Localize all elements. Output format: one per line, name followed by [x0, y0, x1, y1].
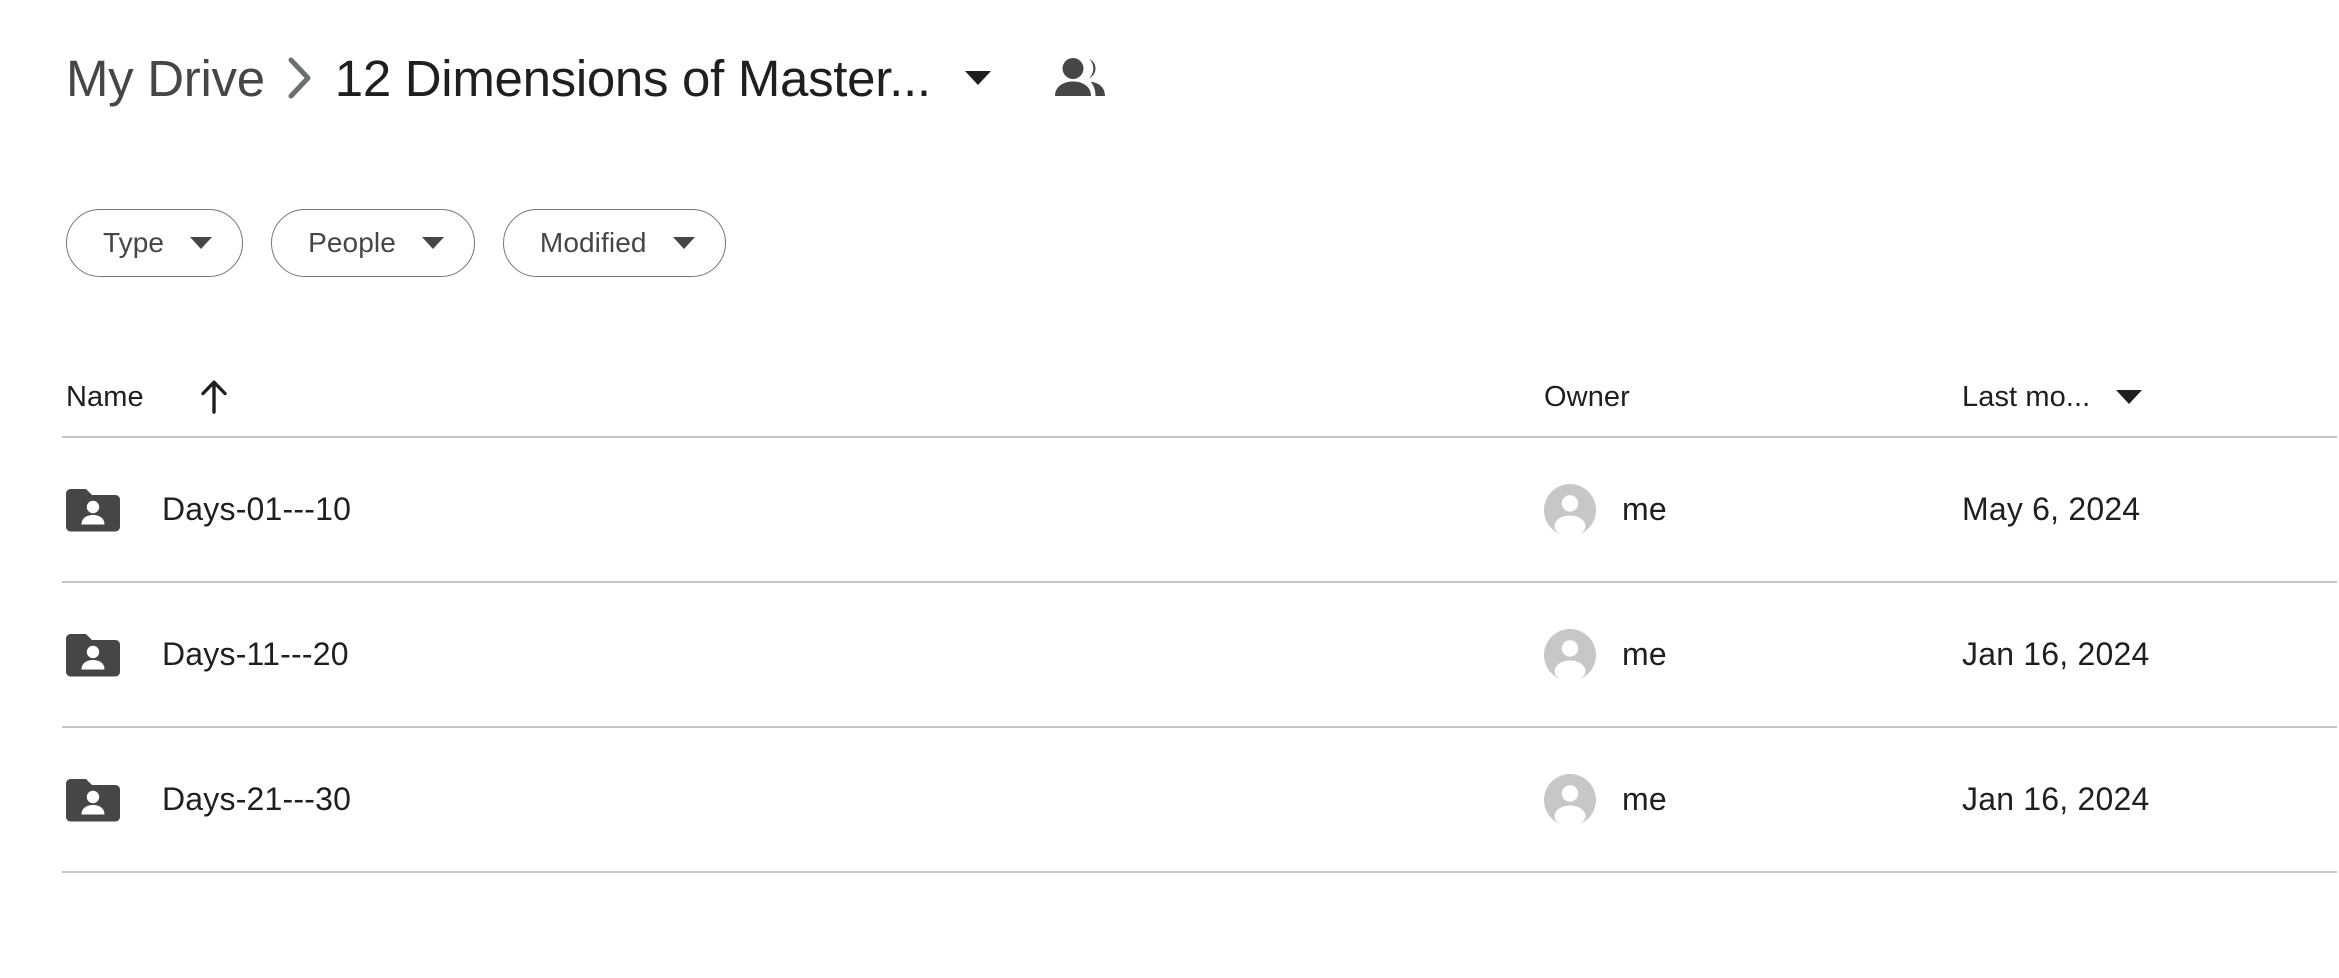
caret-triangle [964, 71, 991, 85]
filter-chip-row: Type People Modified [66, 209, 726, 277]
chevron-down-icon[interactable] [951, 51, 1005, 105]
shared-folder-icon [66, 630, 120, 680]
filter-chip-type-label: Type [103, 227, 165, 258]
file-list-table: Name Owner Last mo... Days-01---10 me Ma… [0, 358, 2339, 873]
cell-owner: me [1544, 483, 1962, 536]
cell-last-modified: Jan 16, 2024 [1962, 636, 2150, 672]
shared-folder-icon [66, 775, 120, 825]
arrow-up-icon [198, 379, 230, 415]
table-row[interactable]: Days-01---10 me May 6, 2024 [0, 438, 2339, 581]
person-avatar-icon [1544, 483, 1596, 536]
people-shared-icon[interactable] [1050, 48, 1110, 108]
drive-file-browser: My Drive 12 Dimensions of Master... Type [0, 0, 2339, 978]
column-header-last-modified-label: Last mo... [1962, 380, 2091, 413]
chevron-down-icon [672, 237, 695, 249]
file-name-label: Days-21---30 [162, 781, 352, 817]
filter-chip-people[interactable]: People [271, 209, 475, 277]
chevron-down-icon [421, 237, 444, 249]
cell-owner: me [1544, 628, 1962, 681]
file-name-label: Days-01---10 [162, 491, 352, 527]
cell-last-modified: May 6, 2024 [1962, 491, 2141, 527]
cell-name: Days-01---10 [66, 485, 1544, 535]
breadcrumb-item-current-folder[interactable]: 12 Dimensions of Master... [335, 53, 931, 104]
owner-name-label: me [1622, 491, 1667, 527]
cell-name: Days-11---20 [66, 630, 1544, 680]
person-avatar-icon [1544, 628, 1596, 681]
owner-name-label: me [1622, 781, 1667, 817]
filter-chip-modified[interactable]: Modified [502, 209, 726, 277]
file-name-label: Days-11---20 [162, 636, 349, 672]
filter-chip-type[interactable]: Type [66, 209, 244, 277]
row-divider [62, 871, 2337, 873]
person-avatar-icon [1544, 773, 1596, 826]
column-header-owner-label: Owner [1544, 380, 1630, 413]
table-row[interactable]: Days-11---20 me Jan 16, 2024 [0, 583, 2339, 726]
cell-owner: me [1544, 773, 1962, 826]
shared-folder-icon [66, 485, 120, 535]
chevron-down-icon [2116, 390, 2143, 404]
breadcrumb-item-my-drive[interactable]: My Drive [66, 53, 265, 104]
cell-last-modified: Jan 16, 2024 [1962, 781, 2150, 817]
column-header-owner[interactable]: Owner [1544, 381, 1962, 414]
chevron-right-icon [265, 54, 335, 102]
filter-chip-modified-label: Modified [539, 227, 647, 258]
owner-name-label: me [1622, 636, 1667, 672]
breadcrumb: My Drive 12 Dimensions of Master... [66, 42, 1110, 114]
column-header-name[interactable]: Name [66, 379, 1544, 415]
table-header-row: Name Owner Last mo... [0, 358, 2339, 436]
column-header-name-label: Name [66, 380, 144, 413]
cell-name: Days-21---30 [66, 775, 1544, 825]
table-row[interactable]: Days-21---30 me Jan 16, 2024 [0, 728, 2339, 871]
filter-chip-people-label: People [308, 227, 396, 258]
chevron-down-icon [190, 237, 213, 249]
column-header-last-modified[interactable]: Last mo... [1962, 381, 2339, 414]
